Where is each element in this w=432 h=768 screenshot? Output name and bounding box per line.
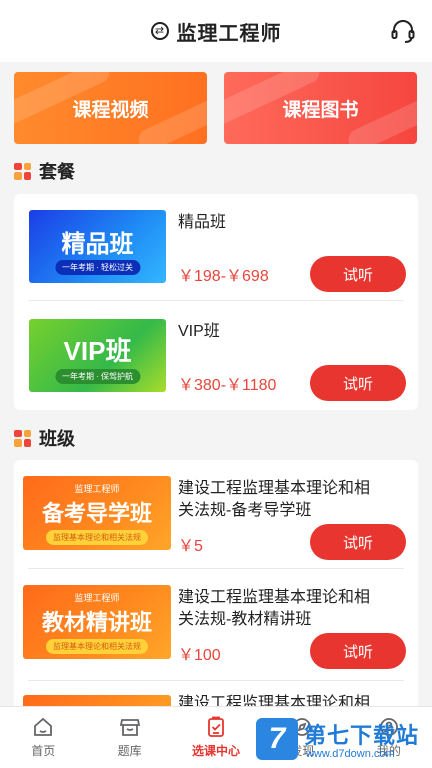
page-title: 监理工程师 [176, 22, 282, 45]
trial-button[interactable]: 试听 [310, 633, 406, 669]
trial-button[interactable]: 试听 [310, 365, 406, 401]
checklist-icon [208, 716, 224, 737]
class-name-line2: 关法规-备考导学班 [178, 502, 312, 519]
class-thumbnail: 监理工程师 备考导学班 监理基本理论和相关法规 [23, 476, 171, 550]
classes-section-header: 班级 [14, 425, 75, 451]
watermark-logo: 7 [256, 718, 298, 760]
swap-icon[interactable]: ⇄ [150, 22, 169, 40]
thumb-title: 教材精讲班 [41, 610, 152, 635]
package-price: ￥380-￥1180 [178, 377, 277, 394]
class-price: ￥100 [178, 647, 221, 664]
headset-icon[interactable] [390, 18, 416, 44]
tab-course-center[interactable]: 选课中心 [173, 707, 259, 768]
course-books-banner[interactable]: 课程图书 [224, 72, 417, 144]
packages-card: 精品班 一年考期 · 轻松过关 精品班 ￥198-￥698 试听 VIP班 一年… [14, 194, 418, 410]
tab-question-bank[interactable]: 题库 [86, 707, 172, 768]
thumb-subtitle: 监理基本理论和相关法规 [46, 639, 148, 654]
class-name-line1: 建设工程监理基本理论和相 [178, 480, 371, 497]
home-icon [34, 717, 53, 736]
thumb-subtitle: 监理基本理论和相关法规 [46, 530, 148, 545]
class-item[interactable]: 监理工程师 备考导学班 监理基本理论和相关法规 建设工程监理基本理论和相 关法规… [14, 460, 418, 568]
grid-icon [14, 162, 31, 180]
course-video-label: 课程视频 [72, 99, 149, 121]
thumb-title: VIP班 [63, 336, 132, 366]
package-name: 精品班 [178, 214, 227, 231]
thumb-title: 精品班 [61, 231, 134, 258]
thumb-title: 备考导学班 [41, 501, 152, 526]
tab-label: 题库 [117, 744, 142, 758]
trial-button[interactable]: 试听 [310, 524, 406, 560]
watermark-url: www.d7down.com [306, 748, 395, 760]
store-icon [119, 719, 140, 736]
tab-home[interactable]: 首页 [0, 707, 86, 768]
class-name-line2: 关法规-教材精讲班 [178, 611, 312, 628]
classes-card: 监理工程师 备考导学班 监理基本理论和相关法规 建设工程监理基本理论和相 关法规… [14, 460, 418, 720]
thumb-subtitle: 一年考期 · 轻松过关 [54, 260, 141, 275]
trial-button[interactable]: 试听 [310, 256, 406, 292]
packages-section-header: 套餐 [14, 158, 75, 184]
package-item[interactable]: VIP班 一年考期 · 保驾护航 VIP班 ￥380-￥1180 试听 [14, 301, 418, 410]
tab-label: 选课中心 [192, 744, 241, 758]
package-thumbnail: VIP班 一年考期 · 保驾护航 [29, 319, 166, 392]
course-video-banner[interactable]: 课程视频 [14, 72, 207, 144]
thumb-tag: 监理工程师 [74, 484, 120, 494]
package-price: ￥198-￥698 [178, 268, 269, 285]
packages-title: 套餐 [39, 162, 75, 182]
grid-icon [14, 429, 31, 447]
package-item[interactable]: 精品班 一年考期 · 轻松过关 精品班 ￥198-￥698 试听 [14, 194, 418, 300]
title-wrap[interactable]: ⇄ 监理工程师 [150, 17, 282, 46]
classes-title: 班级 [39, 429, 75, 449]
site-watermark: 7 第七下载站 www.d7down.com [256, 710, 432, 768]
class-name-line1: 建设工程监理基本理论和相 [178, 589, 371, 606]
thumb-tag: 监理工程师 [74, 593, 120, 603]
class-item[interactable]: 监理工程师 教材精讲班 监理基本理论和相关法规 建设工程监理基本理论和相 关法规… [14, 569, 418, 679]
tab-label: 首页 [31, 744, 56, 758]
thumb-subtitle: 一年考期 · 保驾护航 [54, 369, 141, 384]
class-thumbnail: 监理工程师 教材精讲班 监理基本理论和相关法规 [23, 585, 171, 659]
package-name: VIP班 [178, 323, 220, 340]
course-books-label: 课程图书 [282, 99, 359, 121]
package-thumbnail: 精品班 一年考期 · 轻松过关 [29, 210, 166, 283]
app-header: ⇄ 监理工程师 [0, 0, 432, 62]
watermark-name: 第七下载站 [304, 723, 420, 748]
class-price: ￥5 [178, 538, 203, 555]
